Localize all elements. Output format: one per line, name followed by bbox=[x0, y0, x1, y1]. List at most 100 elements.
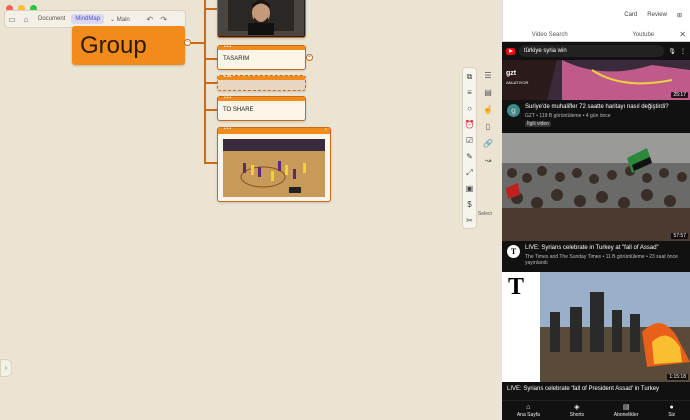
avatar: ● bbox=[669, 403, 674, 411]
document-icon[interactable]: ▯ bbox=[486, 121, 490, 132]
youtube-search-bar: türkiye syria win 🎙 ⋮ bbox=[502, 42, 690, 60]
group-node[interactable]: Group bbox=[72, 26, 185, 65]
mindmap-node-to-share[interactable]: ••• TO SHARE bbox=[217, 95, 306, 121]
main-label: Main bbox=[116, 16, 130, 23]
expand-icon[interactable]: › bbox=[325, 127, 327, 133]
pen-icon[interactable]: ✎ bbox=[466, 151, 473, 163]
person-thumbnail bbox=[218, 0, 304, 36]
image-node-basketball[interactable]: ••• › bbox=[217, 126, 331, 202]
video-info[interactable]: T LIVE: Syrians celebrate in Turkey at "… bbox=[502, 241, 690, 270]
grid-icon[interactable]: ⊞ bbox=[677, 12, 682, 19]
insert-toolbar: ⧉ ≡ ○ ⏰ ☑ ✎ ⤢ ▣ $ ✂ bbox=[462, 67, 477, 229]
expand-frame-icon[interactable]: ⤢ bbox=[466, 167, 472, 179]
video-duration: 25:17 bbox=[671, 92, 688, 98]
video-info[interactable]: g Suriye'de muhalifler 72 saatte haritay… bbox=[502, 100, 690, 131]
video-title: LIVE: Syrians celebrate in Turkey at "fa… bbox=[525, 245, 659, 251]
channel-avatar[interactable]: T bbox=[507, 245, 520, 258]
dollar-icon[interactable]: $ bbox=[467, 199, 471, 211]
video-thumbnail[interactable]: 57:57 bbox=[502, 133, 690, 241]
connector-line bbox=[204, 8, 218, 10]
map-thumbnail-image: gzt ANLATIYOR bbox=[502, 60, 690, 100]
svg-text:ANLATIYOR: ANLATIYOR bbox=[506, 80, 528, 85]
more-icon[interactable]: ⋮ bbox=[680, 48, 686, 55]
close-icon[interactable]: ✕ bbox=[679, 30, 686, 40]
outline-icon[interactable]: ☰ bbox=[484, 70, 491, 81]
card-tab[interactable]: Card bbox=[624, 12, 637, 18]
library-icon[interactable]: ⌂ bbox=[19, 12, 33, 26]
node-label: TASARIM bbox=[223, 56, 250, 62]
nav-shorts[interactable]: ◈ Shorts bbox=[570, 403, 584, 418]
collapse-toggle-icon[interactable]: − bbox=[184, 39, 191, 46]
expand-left-panel-icon[interactable]: › bbox=[0, 359, 12, 377]
mindmap-node-tasarim[interactable]: ••• TASARIM bbox=[217, 44, 306, 70]
video-duration: 1:15:18 bbox=[667, 374, 688, 380]
mindmap-node-empty[interactable]: ••• bbox=[217, 74, 306, 92]
crowd-thumbnail-image bbox=[502, 133, 690, 241]
shorts-icon: ◈ bbox=[574, 404, 580, 411]
list-icon[interactable]: ≡ bbox=[467, 87, 472, 99]
channel-avatar[interactable]: g bbox=[507, 104, 520, 117]
checkbox-icon[interactable]: ☑ bbox=[466, 135, 473, 147]
video-meta: GZT • 119 B görüntüleme • 4 gün önce bbox=[525, 113, 611, 119]
video-info[interactable]: LIVE: Syrians celebrate 'fall of Preside… bbox=[502, 382, 690, 399]
connector-line bbox=[204, 58, 218, 60]
video-thumbnail[interactable]: T 1:15:18 bbox=[502, 272, 690, 382]
circle-icon[interactable]: ○ bbox=[467, 103, 472, 115]
sidebar-toggle-icon[interactable]: ▭ bbox=[5, 12, 19, 26]
scissors-icon[interactable]: ✂ bbox=[466, 215, 473, 227]
node-label bbox=[218, 80, 305, 92]
add-child-icon[interactable]: + bbox=[306, 54, 313, 61]
video-title: Suriye'de muhalifler 72 saatte haritayı … bbox=[525, 104, 669, 110]
mindmap-canvas[interactable]: ▭ ⌂ Document MindMap ⌄ Main ↶ ↷ Group − … bbox=[0, 0, 502, 420]
link-icon[interactable]: 🔗 bbox=[483, 138, 493, 149]
select-label: Select bbox=[478, 211, 492, 217]
video-meta: The Times and The Sunday Times • 11 B gö… bbox=[525, 254, 678, 266]
copy-icon[interactable]: ⧉ bbox=[467, 71, 473, 83]
nav-label: Abonelikler bbox=[613, 412, 639, 418]
panel-header: Card Review ⊞ bbox=[503, 0, 690, 30]
connector-line bbox=[204, 162, 218, 164]
video-thumbnail[interactable]: gzt ANLATIYOR 25:17 bbox=[502, 60, 690, 100]
video-title: LIVE: Syrians celebrate 'fall of Preside… bbox=[507, 386, 660, 392]
related-chip: İlgili video bbox=[525, 121, 551, 127]
protest-thumbnail-image bbox=[502, 272, 690, 382]
tab-mindmap[interactable]: MindMap bbox=[71, 14, 105, 24]
nav-subscriptions[interactable]: ▤ Abonelikler bbox=[614, 403, 639, 418]
nav-label: Ana Sayfa bbox=[516, 411, 540, 418]
search-input[interactable]: türkiye syria win bbox=[519, 45, 665, 57]
nav-home[interactable]: ⌂ Ana Sayfa bbox=[517, 404, 540, 418]
node-label: TO SHARE bbox=[223, 107, 254, 113]
svg-text:gzt: gzt bbox=[506, 70, 517, 77]
connector-line bbox=[204, 109, 218, 111]
tab-youtube[interactable]: Youtube bbox=[597, 30, 690, 41]
panel-tabs: Video Search Youtube ✕ bbox=[503, 30, 690, 42]
pointer-icon[interactable]: ☝ bbox=[483, 104, 493, 115]
youtube-bottom-nav: ⌂ Ana Sayfa ◈ Shorts ▤ Abonelikler ● Siz bbox=[502, 400, 690, 420]
search-query: türkiye syria win bbox=[524, 48, 567, 54]
card-view-icon[interactable]: ▤ bbox=[484, 87, 492, 98]
group-title: Group bbox=[80, 31, 147, 59]
tab-document[interactable]: Document bbox=[34, 14, 69, 24]
tab-main[interactable]: ⌄ Main bbox=[106, 14, 134, 25]
review-tab[interactable]: Review bbox=[647, 12, 667, 18]
image-icon[interactable]: ▣ bbox=[466, 183, 474, 195]
redo-icon[interactable]: ↷ bbox=[157, 12, 171, 26]
home-icon: ⌂ bbox=[526, 403, 531, 411]
undo-icon[interactable]: ↶ bbox=[143, 12, 157, 26]
video-duration: 57:57 bbox=[671, 233, 688, 239]
basketball-thumbnail bbox=[223, 139, 325, 197]
connector-line bbox=[204, 82, 218, 84]
youtube-view: türkiye syria win 🎙 ⋮ gzt ANLATIYOR 25:1… bbox=[502, 42, 690, 420]
youtube-logo-icon[interactable] bbox=[506, 47, 515, 55]
image-node-person[interactable] bbox=[217, 0, 306, 38]
subscriptions-icon: ▤ bbox=[622, 404, 630, 411]
relation-icon[interactable]: ↝ bbox=[485, 155, 492, 166]
nav-label: Shorts bbox=[569, 412, 585, 418]
mic-icon[interactable]: 🎙 bbox=[668, 48, 676, 55]
nav-you[interactable]: ● Siz bbox=[668, 404, 675, 418]
tab-video-search[interactable]: Video Search bbox=[503, 30, 597, 41]
connector-line bbox=[191, 42, 205, 44]
secondary-toolbar: ☰ ▤ ☝ ▯ 🔗 ↝ bbox=[480, 67, 496, 187]
channel-logo-overlay: T bbox=[508, 274, 525, 300]
alarm-icon[interactable]: ⏰ bbox=[465, 119, 475, 131]
